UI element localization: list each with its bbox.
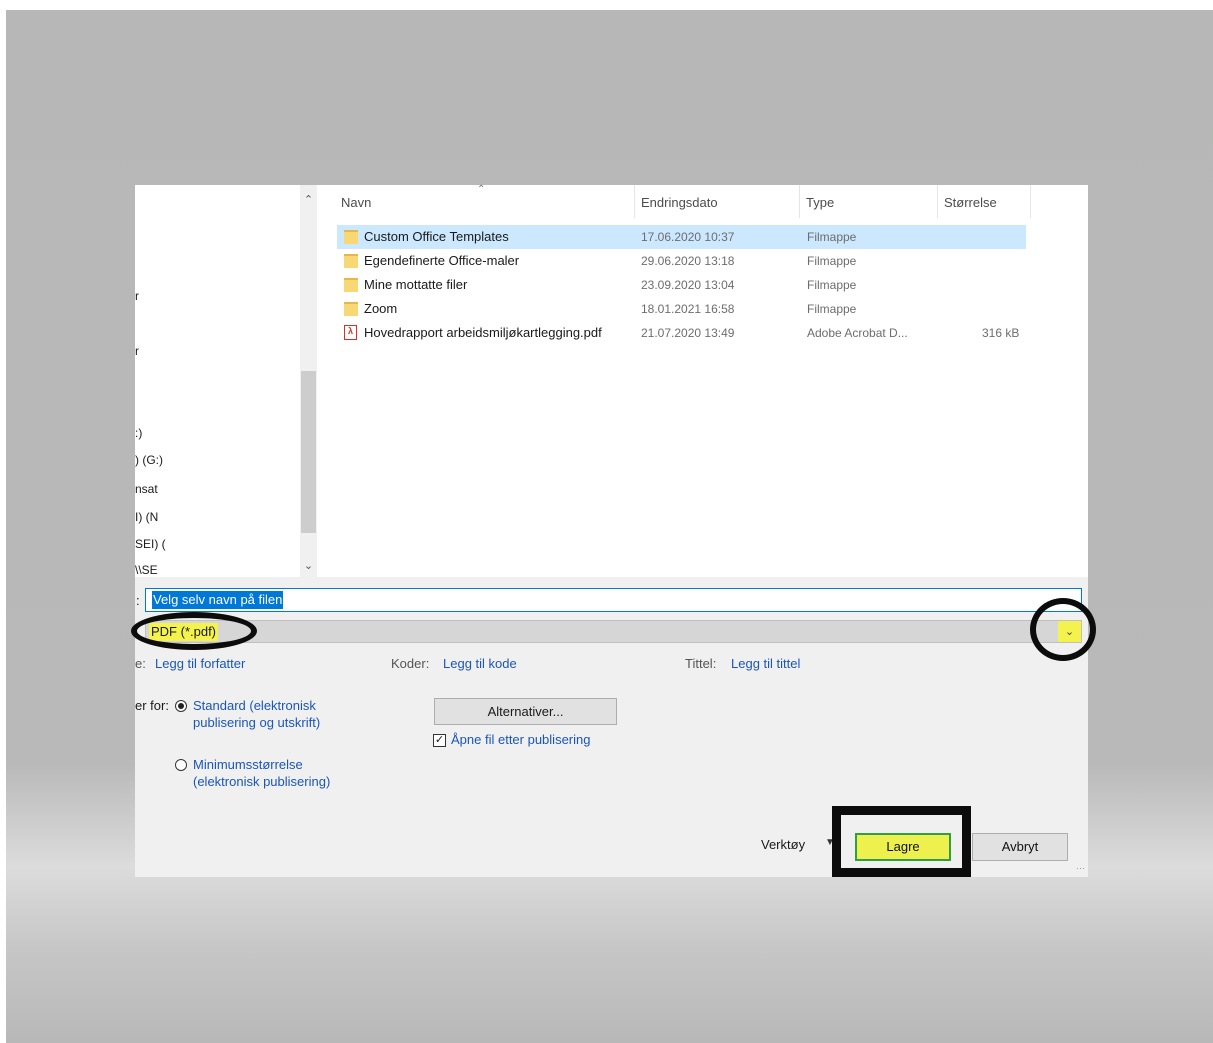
options-button[interactable]: Alternativer... (434, 698, 617, 725)
table-row[interactable]: Mine mottatte filer 23.09.2020 13:04 Fil… (337, 273, 1026, 297)
resize-grip-icon[interactable]: ⋯ (1076, 863, 1085, 874)
file-size: 316 kB (982, 326, 1020, 340)
scroll-up-icon[interactable]: ⌃ (300, 193, 317, 206)
optimize-minimum-label[interactable]: Minimumsstørrelse (elektronisk publiseri… (193, 756, 333, 790)
add-title-link[interactable]: Legg til tittel (731, 656, 800, 671)
column-header-size[interactable]: Størrelse (938, 185, 1031, 218)
file-name: Egendefinerte Office-maler (364, 253, 520, 268)
save-as-dialog: r r :) ) (G:) nsat I) (N SEI) ( \\SE ⌃ ⌄… (131, 184, 1096, 877)
table-row[interactable]: Custom Office Templates 17.06.2020 10:37… (337, 225, 1026, 249)
table-row[interactable]: Egendefinerte Office-maler 29.06.2020 13… (337, 249, 1026, 273)
file-type: Filmappe (807, 302, 857, 316)
add-author-link[interactable]: Legg til forfatter (155, 656, 245, 671)
nav-item[interactable]: r (135, 344, 139, 358)
nav-item[interactable]: nsat (135, 482, 158, 496)
file-name: Hovedrapport arbeidsmiljøkartlegging.pdf (364, 325, 602, 340)
nav-item[interactable]: SEI) ( (135, 537, 166, 551)
file-type: Adobe Acrobat D... (807, 326, 908, 340)
file-type: Filmappe (807, 278, 857, 292)
folder-icon (344, 302, 358, 316)
nav-scrollbar[interactable]: ⌃ ⌄ (300, 185, 317, 577)
nav-item[interactable]: :) (135, 426, 142, 440)
tools-menu[interactable]: Verktøy (761, 837, 805, 852)
optimize-standard-label[interactable]: Standard (elektronisk publisering og uts… (193, 697, 333, 731)
column-header-date[interactable]: Endringsdato (635, 185, 800, 218)
column-header-name[interactable]: Navn (335, 185, 635, 218)
author-label: e: (135, 656, 146, 671)
filetype-select[interactable]: PDF (*.pdf) ⌄ (145, 620, 1082, 643)
table-row[interactable]: Zoom 18.01.2021 16:58 Filmappe (337, 297, 1026, 321)
filename-input[interactable]: Velg selv navn på filen (145, 588, 1082, 612)
scroll-down-icon[interactable]: ⌄ (300, 559, 317, 572)
table-row[interactable]: λ Hovedrapport arbeidsmiljøkartlegging.p… (337, 321, 1026, 345)
optimize-standard-radio[interactable] (175, 700, 187, 712)
file-date: 18.01.2021 16:58 (641, 302, 735, 316)
annotation-ellipse (1030, 598, 1096, 661)
pdf-icon: λ (344, 325, 357, 340)
add-tag-link[interactable]: Legg til kode (443, 656, 517, 671)
file-date: 23.09.2020 13:04 (641, 278, 735, 292)
file-date: 21.07.2020 13:49 (641, 326, 735, 340)
nav-item[interactable]: ) (G:) (135, 453, 163, 467)
file-name: Custom Office Templates (364, 229, 509, 244)
annotation-ellipse (131, 612, 257, 650)
scrollbar-thumb[interactable] (301, 371, 316, 533)
annotation-box (832, 806, 971, 877)
file-list[interactable]: ⌃ Navn Endringsdato Type Størrelse Custo… (317, 184, 1088, 577)
title-label: Tittel: (685, 656, 717, 671)
filename-value: Velg selv navn på filen (152, 591, 284, 609)
file-date: 29.06.2020 13:18 (641, 254, 735, 268)
file-name: Zoom (364, 301, 398, 316)
file-type: Filmappe (807, 254, 857, 268)
navigation-pane[interactable]: r r :) ) (G:) nsat I) (N SEI) ( \\SE ⌃ ⌄ (135, 185, 317, 577)
nav-item[interactable]: \\SE (135, 563, 158, 577)
nav-item[interactable]: I) (N (135, 510, 158, 524)
file-type: Filmappe (807, 230, 857, 244)
tags-label: Koder: (391, 656, 430, 671)
optimize-minimum-radio[interactable] (175, 759, 187, 771)
open-after-label[interactable]: Åpne fil etter publisering (451, 732, 590, 747)
file-name: Mine mottatte filer (364, 277, 468, 292)
open-after-checkbox[interactable]: ✓ (433, 734, 446, 747)
filename-label: : (136, 593, 140, 608)
file-date: 17.06.2020 10:37 (641, 230, 735, 244)
cancel-button[interactable]: Avbryt (972, 833, 1068, 861)
folder-icon (344, 254, 358, 268)
optimize-label: er for: (135, 698, 169, 713)
nav-item[interactable]: r (135, 289, 139, 303)
folder-icon (344, 278, 358, 292)
column-header-type[interactable]: Type (800, 185, 938, 218)
folder-icon (344, 230, 358, 244)
